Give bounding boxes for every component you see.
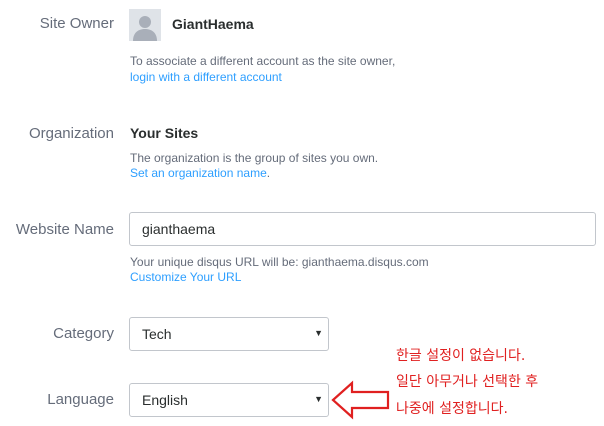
language-select[interactable]: English ▼ (129, 383, 329, 417)
caret-down-icon: ▼ (314, 394, 323, 404)
organization-value: Your Sites (130, 125, 199, 141)
language-selected-value: English (142, 392, 188, 408)
category-label: Category (53, 325, 114, 342)
user-avatar-icon (129, 9, 161, 41)
language-label: Language (47, 391, 114, 408)
website-name-help-text: Your unique disqus URL will be: gianthae… (130, 255, 429, 269)
website-name-label: Website Name (15, 221, 114, 238)
left-arrow-outline-icon (331, 380, 390, 420)
annotation-line-3: 나중에 설정합니다. (396, 401, 508, 417)
category-selected-value: Tech (142, 326, 172, 342)
default-avatar-svg (129, 9, 161, 41)
organization-label: Organization (28, 125, 114, 142)
organization-link-row: Set an organization name. (130, 166, 270, 180)
site-owner-help-text: To associate a different account as the … (130, 54, 396, 68)
website-name-input[interactable] (129, 212, 596, 246)
login-different-account-link[interactable]: login with a different account (130, 70, 282, 84)
annotation-line-1: 한글 설정이 없습니다. (396, 348, 526, 364)
organization-help-text: The organization is the group of sites y… (130, 151, 379, 165)
annotation-line-2: 일단 아무거나 선택한 후 (396, 374, 539, 390)
set-organization-name-link[interactable]: Set an organization name (130, 166, 267, 180)
caret-down-icon: ▼ (314, 328, 323, 338)
customize-url-link[interactable]: Customize Your URL (130, 270, 241, 284)
organization-link-period: . (266, 166, 271, 180)
owner-username: GiantHaema (172, 16, 254, 32)
site-owner-label: Site Owner (39, 15, 114, 32)
category-select[interactable]: Tech ▼ (129, 317, 329, 351)
